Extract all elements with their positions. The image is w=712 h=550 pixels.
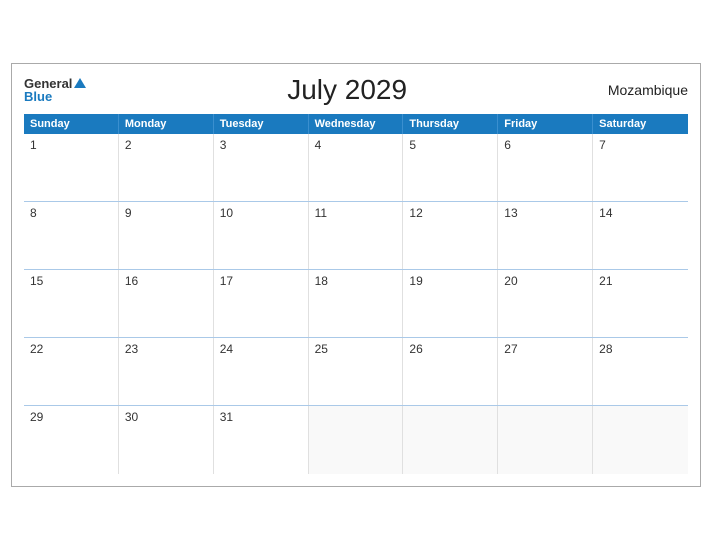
day-19: 19	[403, 270, 498, 337]
day-23: 23	[119, 338, 214, 405]
calendar-header: General Blue July 2029 Mozambique	[24, 74, 688, 106]
logo-triangle-icon	[74, 78, 86, 88]
day-5: 5	[403, 134, 498, 201]
day-24: 24	[214, 338, 309, 405]
day-10: 10	[214, 202, 309, 269]
day-1: 1	[24, 134, 119, 201]
header-friday: Friday	[498, 114, 593, 134]
header-saturday: Saturday	[593, 114, 688, 134]
day-11: 11	[309, 202, 404, 269]
day-8: 8	[24, 202, 119, 269]
week-row-4: 22 23 24 25 26 27 28	[24, 338, 688, 406]
day-28: 28	[593, 338, 688, 405]
day-27: 27	[498, 338, 593, 405]
day-25: 25	[309, 338, 404, 405]
day-16: 16	[119, 270, 214, 337]
day-headers-row: Sunday Monday Tuesday Wednesday Thursday…	[24, 114, 688, 134]
day-17: 17	[214, 270, 309, 337]
day-7: 7	[593, 134, 688, 201]
week-row-1: 1 2 3 4 5 6 7	[24, 134, 688, 202]
logo: General Blue	[24, 77, 86, 103]
week-row-5: 29 30 31	[24, 406, 688, 474]
week-row-3: 15 16 17 18 19 20 21	[24, 270, 688, 338]
day-14: 14	[593, 202, 688, 269]
day-22: 22	[24, 338, 119, 405]
day-9: 9	[119, 202, 214, 269]
day-26: 26	[403, 338, 498, 405]
day-31: 31	[214, 406, 309, 474]
day-3: 3	[214, 134, 309, 201]
day-6: 6	[498, 134, 593, 201]
header-sunday: Sunday	[24, 114, 119, 134]
day-12: 12	[403, 202, 498, 269]
logo-blue-text: Blue	[24, 90, 52, 103]
week-row-2: 8 9 10 11 12 13 14	[24, 202, 688, 270]
day-4: 4	[309, 134, 404, 201]
day-29: 29	[24, 406, 119, 474]
day-empty-1	[309, 406, 404, 474]
month-title: July 2029	[287, 74, 407, 106]
day-20: 20	[498, 270, 593, 337]
country-label: Mozambique	[608, 82, 688, 98]
calendar: General Blue July 2029 Mozambique Sunday…	[11, 63, 701, 487]
day-2: 2	[119, 134, 214, 201]
day-empty-2	[403, 406, 498, 474]
day-empty-3	[498, 406, 593, 474]
day-18: 18	[309, 270, 404, 337]
header-wednesday: Wednesday	[309, 114, 404, 134]
day-13: 13	[498, 202, 593, 269]
header-thursday: Thursday	[403, 114, 498, 134]
day-21: 21	[593, 270, 688, 337]
header-tuesday: Tuesday	[214, 114, 309, 134]
day-empty-4	[593, 406, 688, 474]
day-30: 30	[119, 406, 214, 474]
day-15: 15	[24, 270, 119, 337]
calendar-grid: 1 2 3 4 5 6 7 8 9 10 11 12 13 14 15 16 1…	[24, 134, 688, 474]
header-monday: Monday	[119, 114, 214, 134]
